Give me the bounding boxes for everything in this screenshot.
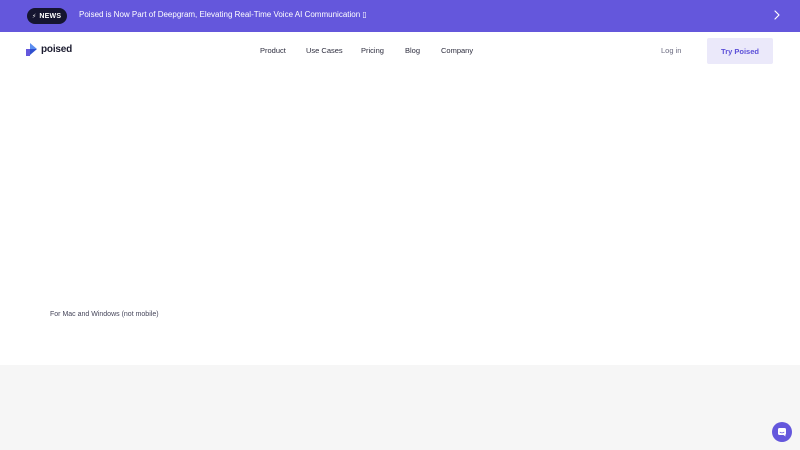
nav-item-product[interactable]: Product [260,46,286,55]
hero-section: For Mac and Windows (not mobile) [0,68,800,365]
news-badge-label: NEWS [39,12,62,20]
nav-item-company[interactable]: Company [441,46,473,55]
gray-content-section [0,365,800,450]
announcement-trailing-glyph: ▯ [362,10,367,19]
announcement-text: Poised is Now Part of Deepgram, Elevatin… [79,10,361,19]
try-poised-button[interactable]: Try Poised [707,38,773,64]
announcement-bar[interactable]: ⚡︎ NEWS Poised is Now Part of Deepgram, … [0,0,800,32]
login-link[interactable]: Log in [661,46,681,55]
chevron-right-icon[interactable] [772,8,782,22]
nav-item-blog[interactable]: Blog [405,46,420,55]
nav-item-pricing[interactable]: Pricing [361,46,384,55]
lightning-icon: ⚡︎ [32,13,37,20]
chat-launcher-button[interactable] [772,422,792,442]
main-navbar: poised Product Use Cases Pricing Blog Co… [0,32,800,68]
news-badge: ⚡︎ NEWS [27,8,68,24]
chat-bubble-icon [778,428,786,437]
platform-support-note: For Mac and Windows (not mobile) [50,311,159,318]
nav-item-use-cases[interactable]: Use Cases [306,46,343,55]
announcement-message[interactable]: Poised is Now Part of Deepgram, Elevatin… [79,10,367,19]
